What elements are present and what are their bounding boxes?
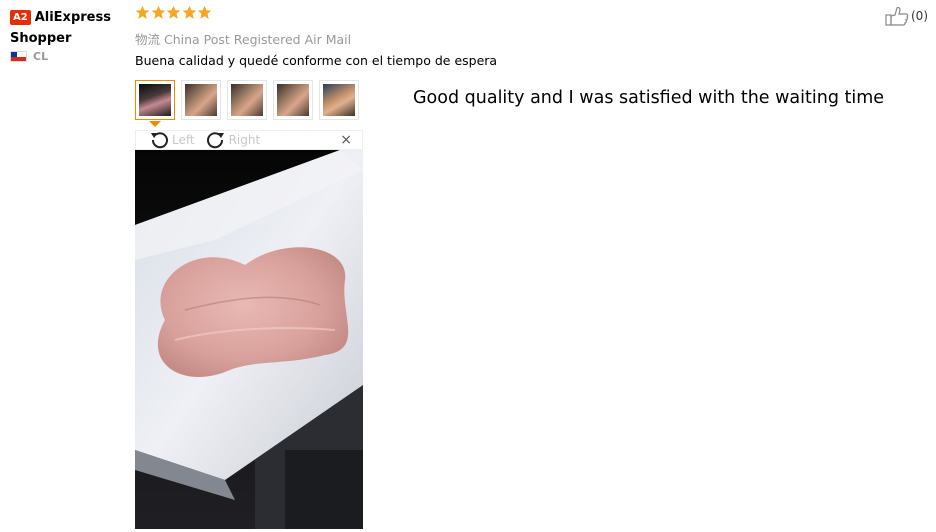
thumbnail-4[interactable] (273, 80, 313, 120)
review-thumbnails (135, 80, 365, 120)
star-icon (197, 5, 212, 19)
rotate-left-icon (151, 132, 168, 149)
close-icon[interactable]: × (340, 133, 352, 147)
rotate-right-button[interactable]: Right (205, 131, 261, 149)
thumbnail-1[interactable] (135, 80, 175, 120)
reviewer-info: A2 AliExpress Shopper (10, 6, 130, 48)
thumbnail-3[interactable] (227, 80, 267, 120)
rating-stars (135, 5, 213, 20)
star-icon (182, 5, 196, 19)
thumbs-up-icon (885, 6, 909, 26)
thumbnail-2[interactable] (181, 80, 221, 120)
rotate-left-button[interactable]: Left (148, 131, 195, 149)
helpful-count: (0) (911, 9, 928, 23)
reviewer-country: CL (10, 50, 48, 63)
star-icon (166, 5, 181, 19)
star-icon (135, 5, 150, 19)
active-thumbnail-caret (149, 121, 161, 127)
review-text: Buena calidad y quedé conforme con el ti… (135, 53, 498, 68)
review-translation: Good quality and I was satisfied with th… (413, 88, 885, 108)
review-photo-image (135, 150, 363, 529)
rotate-right-icon (206, 132, 224, 149)
image-viewer-toolbar: Left Right × (135, 130, 363, 150)
flag-cl-icon (10, 51, 27, 62)
country-code: CL (33, 50, 49, 63)
shipping-method: 物流 China Post Registered Air Mail (135, 32, 352, 47)
review-photo-large (135, 150, 363, 529)
user-level-badge: A2 (10, 10, 31, 25)
star-icon (151, 5, 165, 19)
rotate-left-label: Left (172, 133, 195, 147)
rotate-right-label: Right (228, 133, 261, 147)
helpful-button[interactable]: (0) (885, 6, 928, 26)
thumbnail-5[interactable] (319, 80, 359, 120)
